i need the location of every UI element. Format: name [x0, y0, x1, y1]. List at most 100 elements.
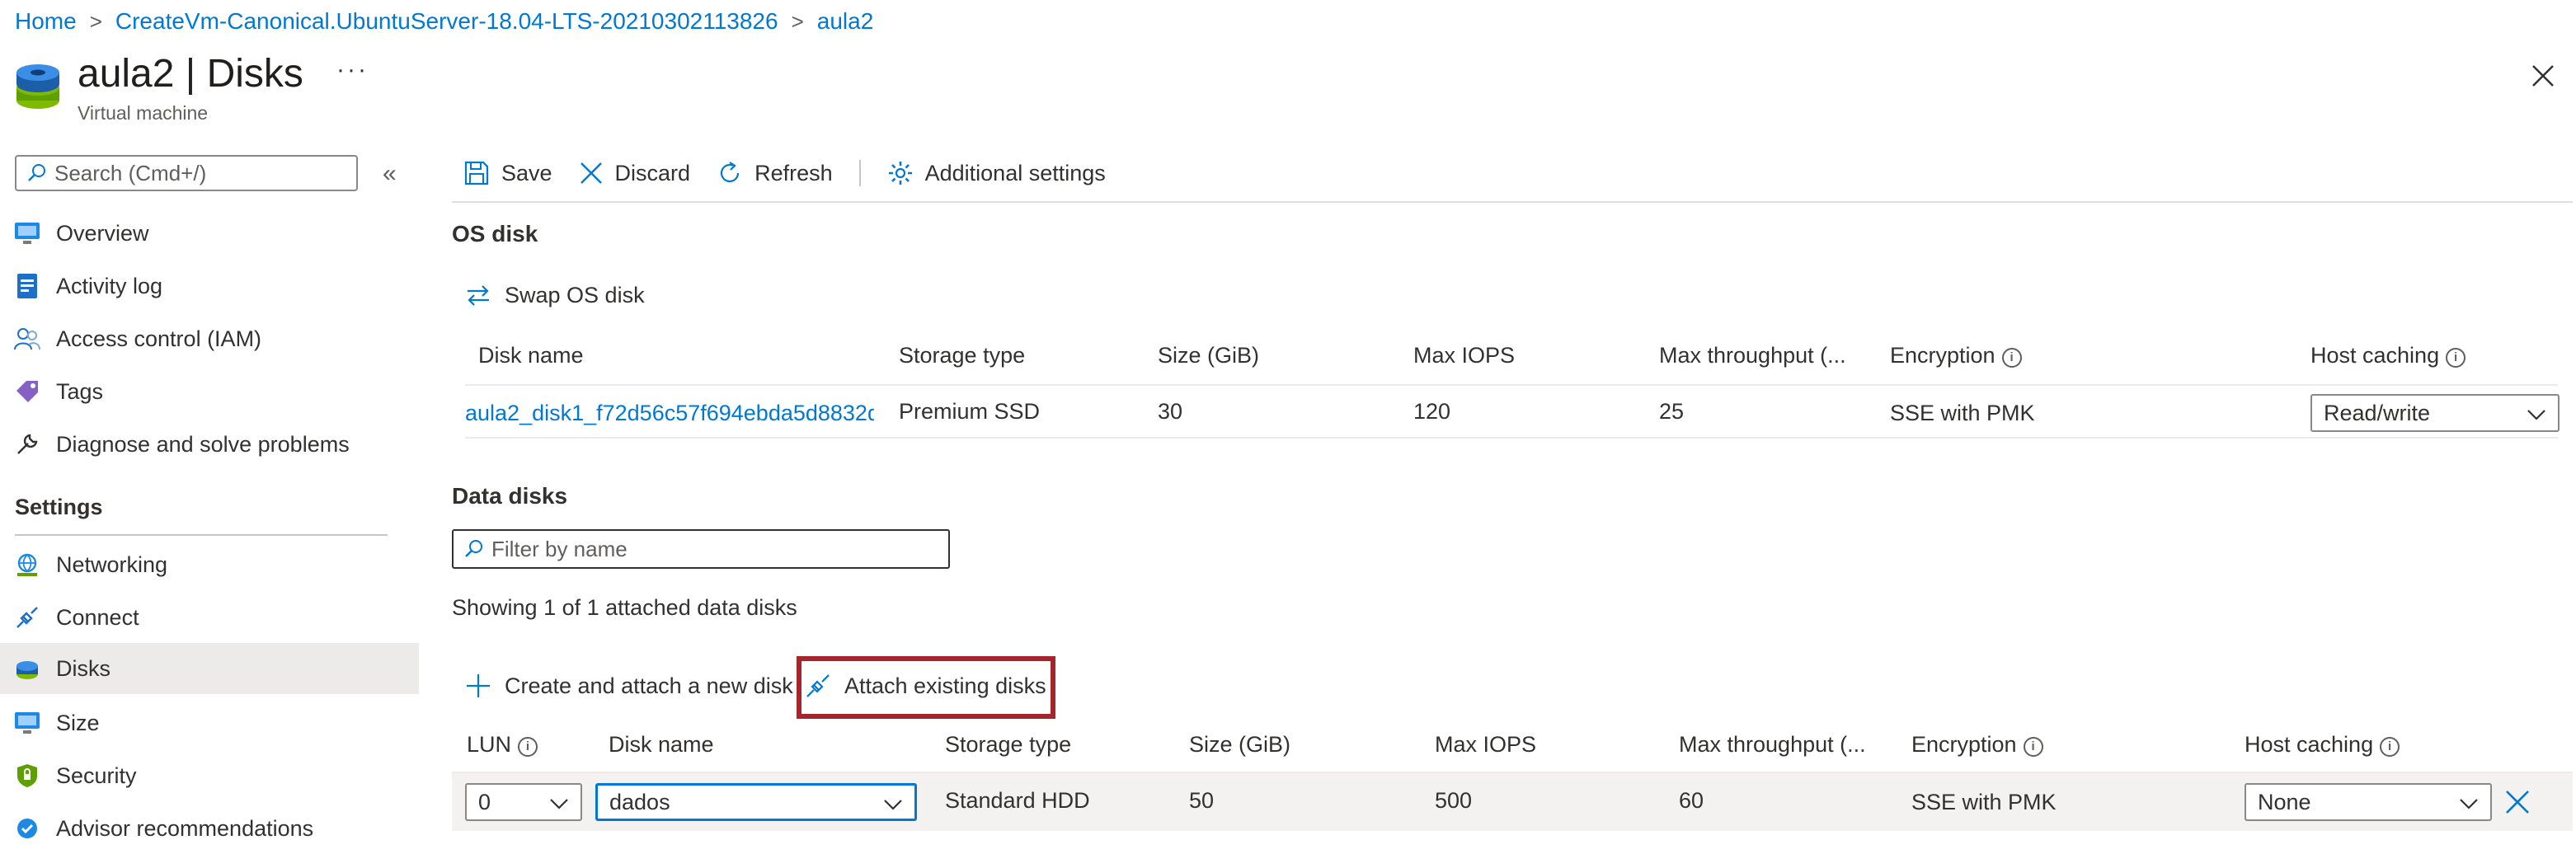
info-icon[interactable]: i [2001, 348, 2022, 368]
disk-icon [16, 64, 59, 109]
info-icon[interactable]: i [2446, 348, 2466, 368]
column-header-encryption-label: Encryption [1890, 343, 1995, 368]
divider [15, 534, 388, 536]
sidebar-item-disks[interactable]: Disks [0, 643, 419, 694]
command-bar: Save Discard Refresh Additional settings [463, 153, 1132, 193]
lun-select[interactable]: 0 [465, 783, 582, 821]
data-disk-host-caching-value: None [2258, 789, 2311, 814]
close-icon[interactable] [2528, 61, 2558, 91]
disk-icon [13, 655, 41, 683]
sidebar-item-advisor[interactable]: Advisor recommendations [0, 803, 419, 854]
breadcrumb-home[interactable]: Home [15, 8, 77, 35]
os-disk-storage-type: Premium SSD [899, 399, 1041, 424]
os-disk-name[interactable]: aula2_disk1_f72d56c57f694ebda5d8832d3c [465, 401, 874, 425]
save-label: Save [501, 160, 552, 185]
column-header-max-iops: Max IOPS [1413, 343, 1516, 368]
info-icon[interactable]: i [2023, 737, 2043, 757]
column-header-disk-name: Disk name [609, 732, 714, 757]
column-header-size: Size (GiB) [1189, 732, 1291, 757]
page-subtitle: Virtual machine [78, 102, 209, 124]
os-disk-host-caching-value: Read/write [2324, 400, 2431, 425]
additional-settings-label: Additional settings [924, 160, 1106, 185]
wrench-icon [13, 430, 41, 458]
info-icon[interactable]: i [518, 737, 538, 757]
close-icon [580, 162, 602, 184]
plug-icon [806, 674, 830, 697]
sidebar-item-label: Access control (IAM) [56, 326, 262, 351]
sidebar-item-label: Activity log [56, 273, 163, 298]
chevron-right-icon: > [791, 8, 804, 34]
column-header-size: Size (GiB) [1158, 343, 1260, 368]
data-disk-max-iops: 500 [1435, 788, 1473, 813]
additional-settings-button[interactable]: Additional settings [887, 160, 1106, 186]
sidebar-item-activity-log[interactable]: Activity log [0, 260, 419, 312]
sidebar-section-settings: Settings [15, 495, 103, 519]
os-disk-host-caching-select[interactable]: Read/write [2310, 394, 2560, 432]
os-disk-section-title: OS disk [452, 221, 538, 246]
column-header-host-caching-label: Host caching [2310, 343, 2440, 368]
column-header-lun: LUN i [467, 732, 538, 758]
discard-button[interactable]: Discard [579, 160, 691, 186]
os-disk-name-link[interactable]: aula2_disk1_f72d56c57f694ebda5d8832d3c [465, 401, 874, 426]
swap-os-disk-button[interactable]: Swap OS disk [465, 282, 645, 308]
toolbar-divider [858, 160, 861, 186]
column-header-lun-label: LUN [467, 732, 512, 757]
os-disk-encryption: SSE with PMK [1890, 401, 2035, 425]
sidebar-search-placeholder: Search (Cmd+/) [54, 160, 207, 185]
sidebar-item-label: Disks [56, 655, 110, 681]
detach-disk-button[interactable] [2503, 788, 2531, 816]
sidebar-item-security[interactable]: Security [0, 750, 419, 801]
sidebar-item-access-control[interactable]: Access control (IAM) [0, 313, 419, 364]
data-disk-name-select[interactable]: dados [595, 783, 917, 821]
sidebar-item-tags[interactable]: Tags [0, 366, 419, 417]
monitor-icon [13, 219, 41, 247]
data-disk-host-caching-select[interactable]: None [2245, 783, 2492, 821]
filter-by-name-input[interactable]: Filter by name [452, 529, 950, 569]
more-options-button[interactable]: ··· [336, 56, 369, 84]
divider [452, 201, 2573, 203]
sidebar-item-label: Security [56, 762, 137, 788]
search-icon [28, 164, 45, 181]
os-disk-max-iops: 120 [1413, 399, 1451, 424]
network-icon [13, 551, 41, 579]
info-icon[interactable]: i [2380, 737, 2400, 757]
refresh-icon [721, 162, 740, 183]
column-header-host-caching-label: Host caching [2245, 732, 2374, 757]
breadcrumb: Home > CreateVm-Canonical.UbuntuServer-1… [15, 5, 873, 38]
collapse-sidebar-button[interactable]: « [383, 160, 397, 188]
refresh-button[interactable]: Refresh [717, 160, 833, 186]
sidebar-item-connect[interactable]: Connect [0, 592, 419, 643]
data-disk-name-value: dados [609, 789, 670, 814]
column-header-storage-type: Storage type [899, 343, 1026, 368]
column-header-max-throughput: Max throughput (... [1679, 732, 1866, 757]
sidebar-item-diagnose[interactable]: Diagnose and solve problems [0, 419, 419, 470]
breadcrumb-vm[interactable]: aula2 [817, 8, 874, 35]
data-disk-size: 50 [1189, 788, 1215, 813]
sidebar-item-label: Advisor recommendations [56, 815, 314, 841]
column-header-max-iops: Max IOPS [1435, 732, 1537, 757]
sidebar-search-input[interactable]: Search (Cmd+/) [15, 155, 358, 191]
column-header-encryption: Encryption i [1890, 343, 2022, 368]
sidebar-item-size[interactable]: Size [0, 697, 419, 748]
sidebar-item-overview[interactable]: Overview [0, 208, 419, 259]
os-disk-size: 30 [1158, 399, 1183, 424]
create-and-attach-disk-button[interactable]: Create and attach a new disk [465, 673, 793, 699]
data-disk-max-throughput: 60 [1679, 788, 1704, 813]
discard-label: Discard [614, 160, 691, 185]
chevron-down-icon [2527, 410, 2545, 420]
swap-os-disk-label: Swap OS disk [505, 282, 645, 307]
sidebar-item-networking[interactable]: Networking [0, 539, 419, 590]
plus-icon [467, 674, 490, 697]
swap-icon [468, 285, 489, 306]
attach-existing-disks-button[interactable]: Attach existing disks [805, 673, 1046, 699]
advisor-icon [13, 814, 41, 842]
activity-log-icon [13, 272, 41, 300]
shield-icon [13, 762, 41, 790]
breadcrumb-resource-group[interactable]: CreateVm-Canonical.UbuntuServer-18.04-LT… [115, 8, 778, 35]
people-icon [13, 325, 41, 353]
save-button[interactable]: Save [463, 160, 552, 186]
divider [465, 437, 2558, 439]
sidebar-item-label: Diagnose and solve problems [56, 431, 350, 457]
data-disks-count: Showing 1 of 1 attached data disks [452, 595, 797, 620]
column-header-encryption: Encryption i [1911, 732, 2043, 758]
